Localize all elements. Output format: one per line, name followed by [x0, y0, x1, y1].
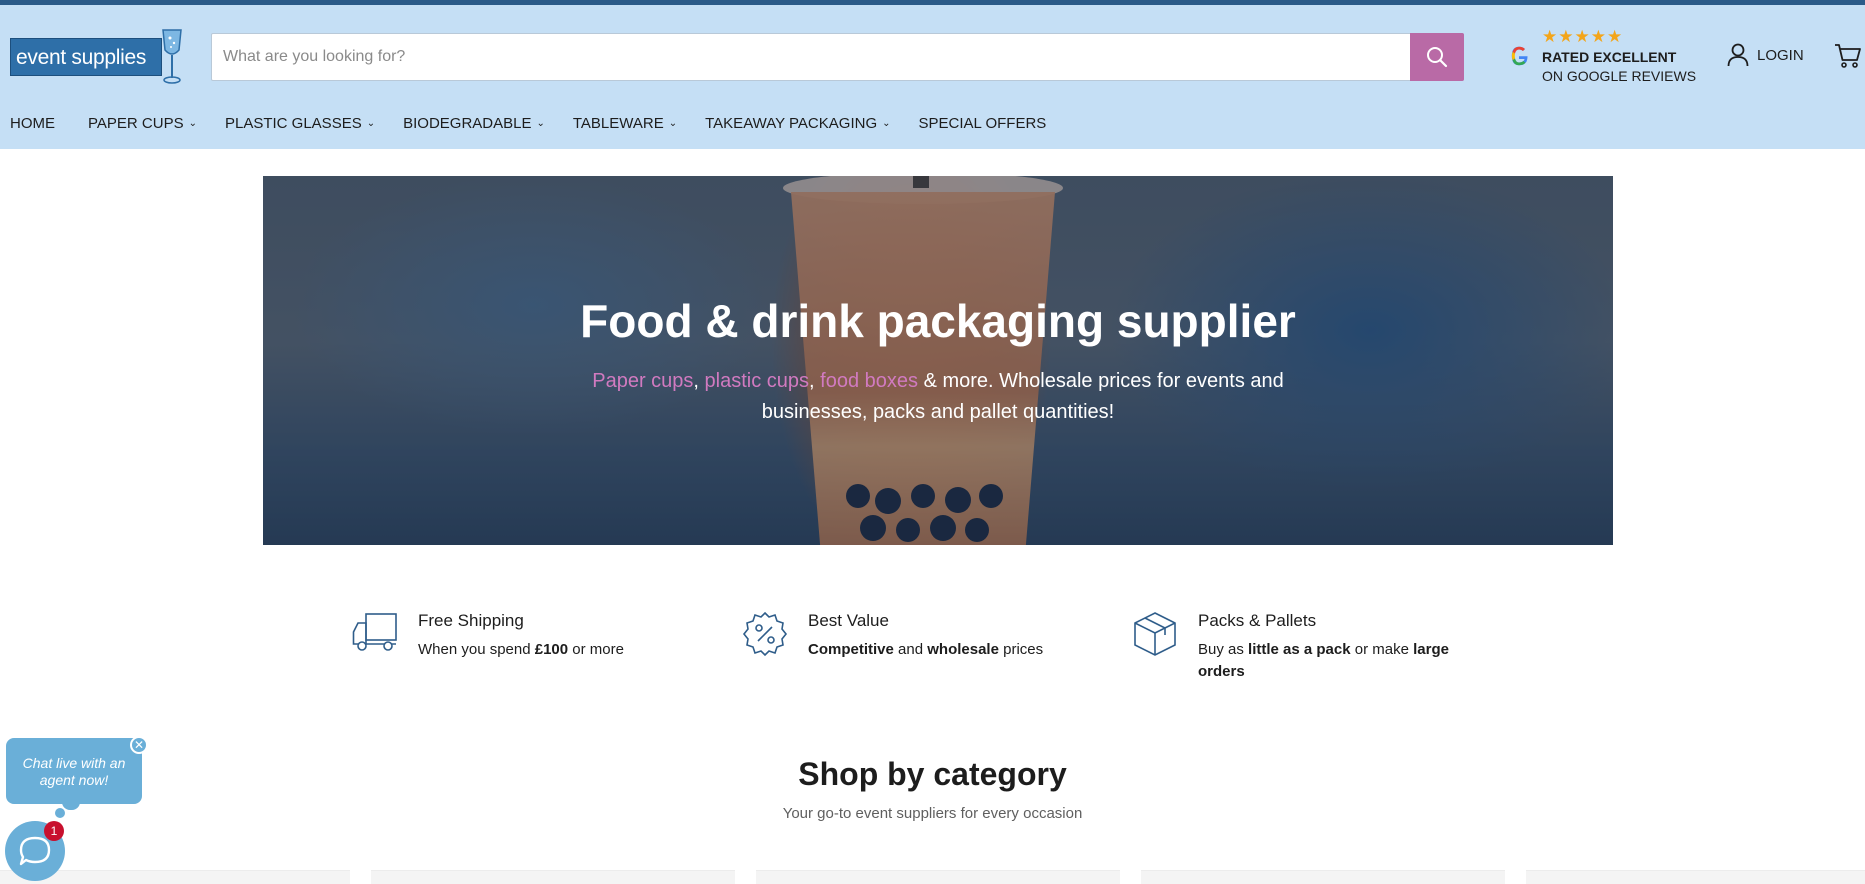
- truck-icon: [352, 613, 397, 651]
- login-label: LOGIN: [1757, 46, 1804, 64]
- nav-label: BIODEGRADABLE: [403, 115, 532, 132]
- feature-text: Buy as: [1198, 641, 1249, 658]
- chat-bubble-dot: [55, 808, 65, 818]
- logo-text: event supplies: [16, 46, 147, 69]
- feature-title: Best Value: [808, 611, 889, 630]
- hero-subtitle: Paper cups, plastic cups, food boxes & m…: [538, 366, 1338, 428]
- nav-item-home[interactable]: HOME: [10, 115, 60, 132]
- nav-item-special-offers[interactable]: SPECIAL OFFERS: [919, 115, 1052, 132]
- chat-icon: [19, 836, 51, 866]
- nav-label: PAPER CUPS: [88, 115, 184, 132]
- feature-emphasis: Competitive: [808, 641, 894, 658]
- nav-label: TABLEWARE: [572, 115, 664, 132]
- chevron-down-icon: ⌄: [188, 118, 197, 129]
- main-navigation: HOME PAPER CUPS ⌄ PLASTIC GLASSES ⌄ BIODEG…: [10, 115, 1079, 132]
- chat-prompt-bubble[interactable]: Chat live with an agent now!: [6, 738, 142, 804]
- cart-button[interactable]: [1834, 43, 1862, 74]
- chevron-down-icon: ⌄: [668, 118, 678, 129]
- hero-banner: Food & drink packaging supplier Paper cu…: [263, 176, 1613, 545]
- link-food-boxes[interactable]: food boxes: [820, 370, 918, 392]
- feature-text: or make: [1350, 641, 1414, 658]
- category-card[interactable]: [371, 870, 735, 884]
- login-link[interactable]: LOGIN: [1727, 43, 1804, 67]
- close-icon[interactable]: ✕: [130, 736, 148, 754]
- nav-item-paper-cups[interactable]: PAPER CUPS ⌄: [88, 115, 197, 132]
- notification-badge: 1: [44, 821, 64, 841]
- rating-headline: RATED EXCELLENT: [1542, 49, 1677, 65]
- hero-separator: ,: [809, 370, 821, 392]
- chevron-down-icon: ⌄: [366, 118, 376, 129]
- feature-description: When you spend £100 or more: [418, 639, 678, 661]
- category-cards-row: [0, 870, 1865, 884]
- category-card[interactable]: [1141, 870, 1505, 884]
- chevron-down-icon: ⌄: [882, 118, 891, 129]
- link-plastic-cups[interactable]: plastic cups: [705, 370, 810, 392]
- rating-stars: ★★★★★: [1542, 27, 1624, 46]
- nav-item-takeaway-packaging[interactable]: TAKEAWAY PACKAGING ⌄: [705, 115, 890, 132]
- champagne-glass-icon: [162, 29, 182, 84]
- search-button[interactable]: [1410, 33, 1464, 81]
- feature-emphasis: £100: [534, 641, 569, 658]
- nav-item-biodegradable[interactable]: BIODEGRADABLE ⌄: [403, 115, 545, 132]
- feature-description: Buy as little as a pack or make large or…: [1198, 639, 1488, 683]
- box-icon: [1134, 612, 1176, 656]
- percent-badge-icon: [742, 611, 788, 657]
- feature-title: Packs & Pallets: [1198, 611, 1317, 630]
- user-icon: [1727, 43, 1749, 67]
- search-input[interactable]: [212, 34, 1402, 80]
- hero-overlay: [263, 176, 1613, 545]
- feature-title: Free Shipping: [418, 611, 524, 630]
- logo[interactable]: event supplies: [10, 28, 188, 86]
- search-bar: [211, 33, 1464, 81]
- rating-source: ON GOOGLE REVIEWS: [1542, 68, 1697, 84]
- hero-separator: ,: [693, 370, 705, 392]
- nav-label: TAKEAWAY PACKAGING: [705, 115, 878, 132]
- nav-label: PLASTIC GLASSES: [224, 115, 362, 132]
- nav-item-tableware[interactable]: TABLEWARE ⌄: [573, 115, 677, 132]
- link-paper-cups[interactable]: Paper cups: [592, 370, 693, 392]
- category-card[interactable]: [756, 870, 1120, 884]
- chevron-down-icon: ⌄: [536, 118, 545, 129]
- site-header: event supplies ★★★★★ RATED EXCELLENT ON …: [0, 5, 1865, 149]
- hero-title: Food & drink packaging supplier: [580, 295, 1296, 347]
- shop-by-category-subtitle: Your go-to event suppliers for every occ…: [782, 805, 1083, 822]
- shop-by-category-heading: Shop by category: [798, 756, 1067, 792]
- feature-text: and: [893, 641, 928, 658]
- nav-label: HOME: [10, 115, 55, 132]
- category-card[interactable]: [1526, 870, 1865, 884]
- feature-text: prices: [998, 641, 1044, 658]
- feature-description: Competitive and wholesale prices: [808, 639, 1088, 661]
- cart-icon: [1835, 44, 1861, 68]
- feature-text: or more: [568, 641, 624, 658]
- search-icon: [1427, 47, 1448, 68]
- feature-emphasis: little as a pack: [1248, 641, 1351, 658]
- google-icon: [1511, 46, 1528, 66]
- feature-emphasis: wholesale: [927, 641, 999, 658]
- feature-text: When you spend: [418, 641, 535, 658]
- nav-label: SPECIAL OFFERS: [918, 115, 1047, 132]
- nav-item-plastic-glasses[interactable]: PLASTIC GLASSES ⌄: [225, 115, 375, 132]
